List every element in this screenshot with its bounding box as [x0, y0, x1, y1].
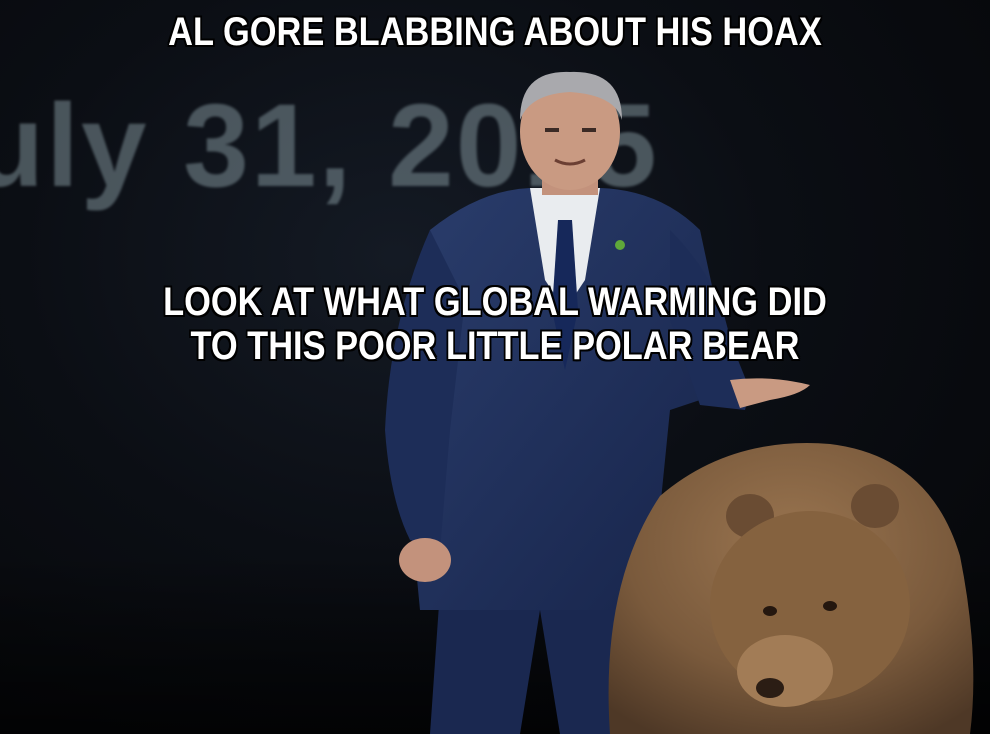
left-hand	[399, 538, 451, 582]
bear-eye-left	[763, 606, 777, 616]
right-hand	[730, 378, 810, 408]
top-caption: AL GORE BLABBING ABOUT HIS HOAX	[168, 10, 822, 54]
bear-snout	[737, 635, 833, 707]
meme-image: uly 31, 2015 AL GORE BLABBING ABOUT HIS …	[0, 0, 990, 734]
bear-nose	[756, 678, 784, 698]
bear-eye-right	[823, 601, 837, 611]
middle-caption-line-1: LOOK AT WHAT GLOBAL WARMING DID	[163, 280, 827, 324]
lapel-pin	[615, 240, 625, 250]
middle-caption: LOOK AT WHAT GLOBAL WARMING DID TO THIS …	[69, 280, 920, 368]
middle-caption-line-2: TO THIS POOR LITTLE POLAR BEAR	[190, 324, 800, 368]
bear-ear-right	[851, 484, 899, 528]
bear-figure	[608, 443, 974, 734]
